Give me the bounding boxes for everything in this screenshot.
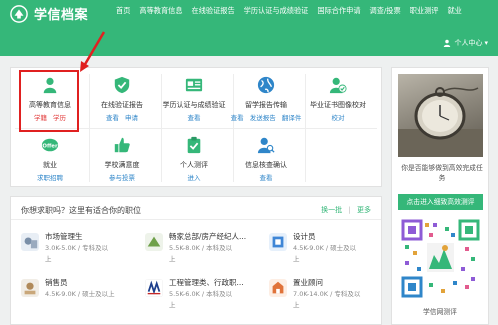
shield-check-icon [114,76,130,94]
company-logo-icon [21,233,39,251]
highlight-box [19,70,79,132]
sidebar-caption: 你是否能够做到高效完成任务 [401,164,483,182]
job-title: 工程管理类、行政职... [169,278,244,287]
main-nav: 首页 高等教育信息 在线验证报告 学历认证与成绩验证 国际合作申请 调查/投票 … [116,6,471,16]
clipboard-check-icon [187,136,201,154]
job-card[interactable]: 市场管理生 3.0K-5.0K / 专科及以 上 [21,229,141,269]
job-detail-more: 上 [45,255,52,263]
user-menu-label: 个人中心 [454,39,483,47]
pocket-watch-image[interactable] [398,74,483,157]
assessment-button[interactable]: 点击进入细致高效测评 [398,194,483,210]
pocket-watch-icon [398,87,483,157]
service-study-abroad[interactable]: 留学报告传输 查看 发送报告 翻译件 [231,68,301,128]
job-detail: 4.5K-9.0K / 硕士及以 [293,244,357,252]
company-logo-icon [269,233,287,251]
jobs-panel: 你想求职吗？这里有适合你的职位 换一批 | 更多 市场管理生 3.0K-5.0K… [10,196,382,325]
nav-item-survey[interactable]: 调查/投票 [370,6,401,16]
more-link[interactable]: 更多 [357,206,371,214]
service-title: 毕业证书图像校对 [310,101,366,109]
company-logo-icon [145,279,163,297]
top-bar: 学信档案 首页 高等教育信息 在线验证报告 学历认证与成绩验证 国际合作申请 调… [0,0,498,56]
divider [11,219,381,220]
job-detail-more: 上 [293,301,300,309]
sidebar: 你是否能够做到高效完成任务 点击进入细致高效测评 学信网测评 [391,67,489,325]
refresh-link[interactable]: 换一批 [321,206,342,214]
logo-icon [10,5,28,23]
job-title: 销售员 [45,278,68,287]
service-title: 学校满意度 [104,161,140,169]
arrow-icon [80,31,106,72]
nav-item-employment[interactable]: 就业 [447,6,461,16]
user-check-icon [329,77,347,94]
job-title: 畅家总部/房产经纪人... [169,232,247,241]
offer-icon: Offer [41,138,59,152]
service-title: 学历认证与成绩验证 [162,101,226,109]
job-title: 市场管理生 [45,232,83,241]
company-logo-icon [145,233,163,251]
nav-item-higher-education[interactable]: 高等教育信息 [139,6,182,16]
service-certification[interactable]: 学历认证与成绩验证 查看 [163,68,226,128]
qr-code-icon[interactable] [401,219,480,298]
link-view[interactable]: 查看 [106,114,119,122]
separator: | [348,206,351,214]
service-title: 信息核查确认 [245,161,287,169]
job-card[interactable]: 设计员 4.5K-9.0K / 硕士及以 上 [269,229,389,269]
brand-title[interactable]: 学信档案 [34,4,88,23]
nav-item-career-test[interactable]: 职业测评 [410,6,439,16]
link-job-hunting[interactable]: 求职招聘 [37,174,63,182]
nav-item-online-report[interactable]: 在线验证报告 [192,6,235,16]
job-card[interactable]: 销售员 4.5K-9.0K / 硕士及以上 [21,275,141,315]
link-view[interactable]: 查看 [188,114,201,122]
job-card[interactable]: 置业顾问 7.0K-14.0K / 专科及以 上 [269,275,389,315]
job-detail: 4.5K-9.0K / 硕士及以上 [45,290,115,298]
service-title: 个人测评 [180,161,208,169]
job-detail: 5.5K-6.0K / 本科及以 [169,290,233,298]
link-verify[interactable]: 校对 [332,114,345,122]
service-info-verification[interactable]: 信息核查确认 查看 [235,128,297,188]
job-title: 置业顾问 [293,278,323,287]
service-title: 在线验证报告 [101,101,143,109]
service-title: 就业 [43,161,57,169]
jobs-heading: 你想求职吗？这里有适合你的职位 [21,206,141,215]
job-title: 设计员 [293,232,316,241]
service-title: 留学报告传输 [245,101,287,109]
job-detail-more: 上 [293,255,300,263]
link-send-report[interactable]: 发送报告 [250,114,276,122]
service-certificate-check[interactable]: 毕业证书图像校对 校对 [307,68,369,128]
user-search-icon [257,137,275,154]
job-detail: 5.5K-8.0K / 本科及以 [169,244,233,252]
nav-item-home[interactable]: 首页 [116,6,130,16]
user-menu[interactable]: 个人中心 ▾ [443,38,488,48]
service-online-report[interactable]: 在线验证报告 查看 申请 [91,68,153,128]
link-enter[interactable]: 进入 [188,174,201,182]
company-logo-icon [269,279,287,297]
service-personal-test[interactable]: 个人测评 进入 [163,128,225,188]
thumbs-up-icon [114,137,130,153]
user-icon [444,39,451,47]
link-view[interactable]: 查看 [231,114,244,122]
job-card[interactable]: 工程管理类、行政职... 5.5K-6.0K / 本科及以 上 [145,275,265,315]
link-apply[interactable]: 申请 [125,114,138,122]
job-card[interactable]: 畅家总部/房产经纪人... 5.5K-8.0K / 本科及以 上 [145,229,265,269]
id-card-icon [185,78,203,92]
link-view[interactable]: 查看 [260,174,273,182]
link-vote[interactable]: 参与投票 [109,174,135,182]
job-detail: 7.0K-14.0K / 专科及以 [293,290,361,298]
qr-caption: 学信网测评 [423,308,457,316]
service-school-satisfaction[interactable]: 学校满意度 参与投票 [91,128,153,188]
svg-text:Offer: Offer [42,143,58,149]
job-detail-more: 上 [169,301,176,309]
job-detail: 3.0K-5.0K / 专科及以 [45,244,109,252]
job-detail-more: 上 [169,255,176,263]
nav-item-certification[interactable]: 学历认证与成绩验证 [244,6,309,16]
service-employment[interactable]: Offer 就业 求职招聘 [19,128,81,188]
company-logo-icon [21,279,39,297]
nav-item-international[interactable]: 国际合作申请 [317,6,360,16]
chevron-down-icon: ▾ [484,39,488,47]
globe-icon [257,76,275,94]
